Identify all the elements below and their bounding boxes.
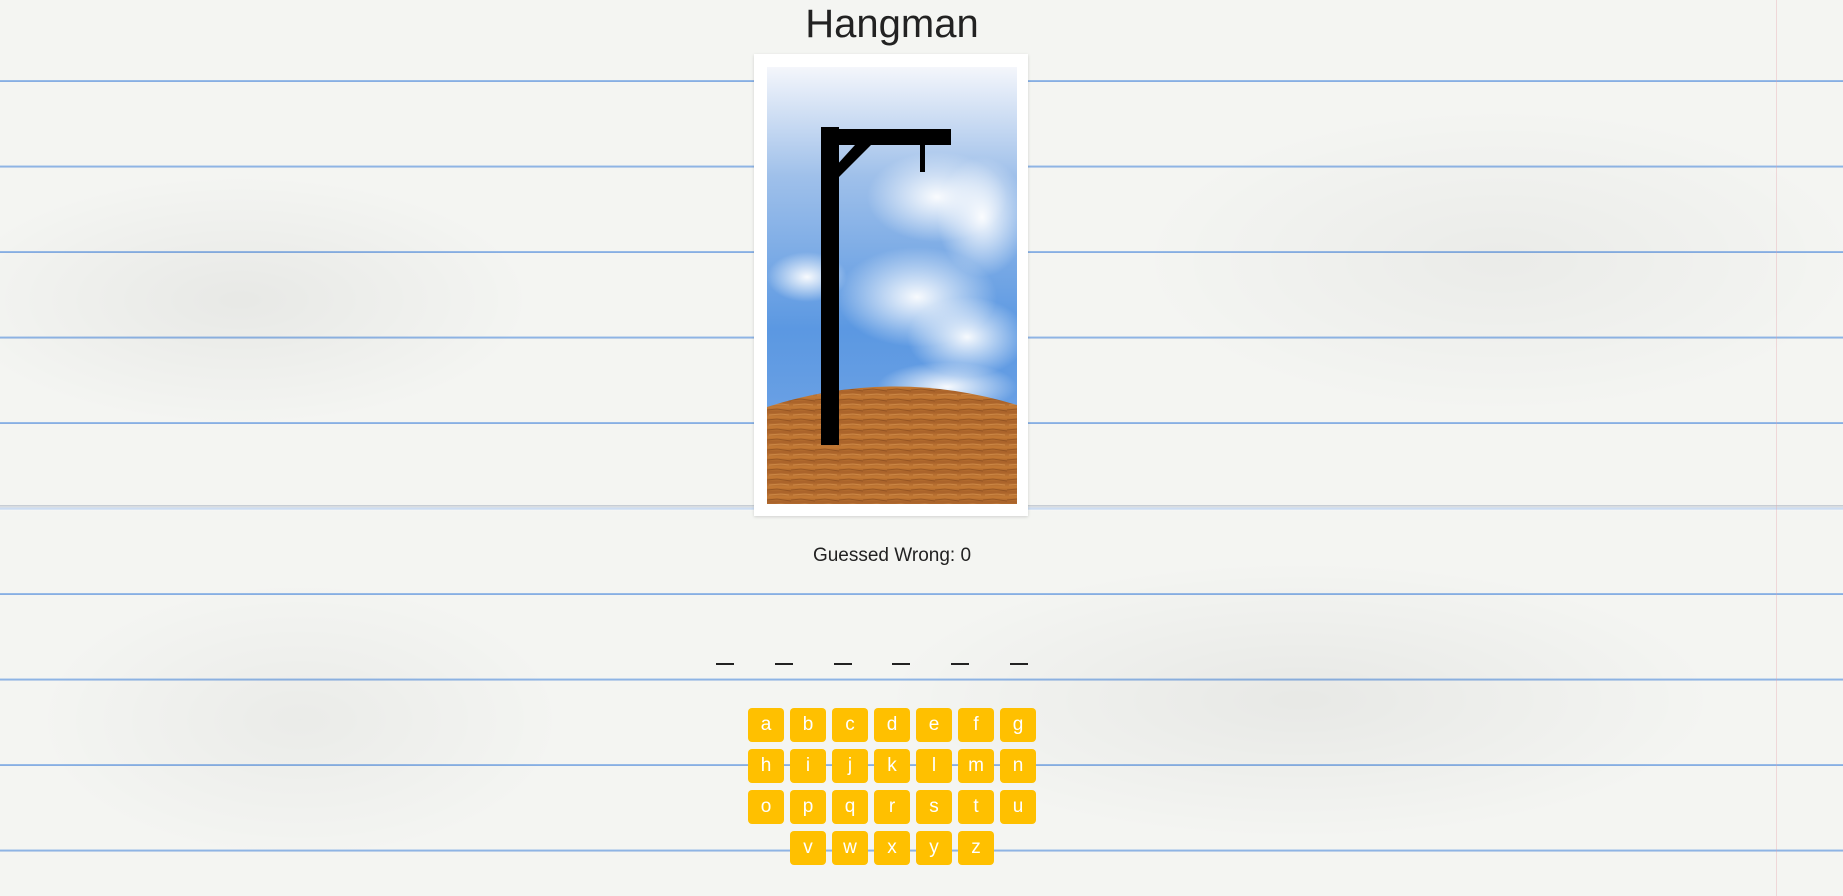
letter-keyboard: abcdefghijklmnopqrstuvwxyz [0,708,1784,865]
word-blanks [716,633,1028,665]
letter-key-u[interactable]: u [1000,790,1036,824]
letter-blank [833,633,852,665]
letter-key-r[interactable]: r [874,790,910,824]
letter-key-i[interactable]: i [790,749,826,783]
keyboard-row: hijklmn [748,749,1036,783]
letter-key-p[interactable]: p [790,790,826,824]
letter-key-m[interactable]: m [958,749,994,783]
letter-key-d[interactable]: d [874,708,910,742]
letter-key-l[interactable]: l [916,749,952,783]
guessed-wrong-counter: Guessed Wrong: 0 [812,545,972,566]
letter-key-v[interactable]: v [790,831,826,865]
letter-blank [951,633,970,665]
letter-key-y[interactable]: y [916,831,952,865]
letter-key-b[interactable]: b [790,708,826,742]
letter-key-c[interactable]: c [832,708,868,742]
letter-key-j[interactable]: j [832,749,868,783]
letter-key-g[interactable]: g [1000,708,1036,742]
letter-key-o[interactable]: o [748,790,784,824]
letter-blank [892,633,911,665]
letter-key-t[interactable]: t [958,790,994,824]
letter-key-q[interactable]: q [832,790,868,824]
letter-key-k[interactable]: k [874,749,910,783]
letter-blank [716,633,734,665]
letter-blank [774,633,793,665]
letter-key-h[interactable]: h [748,749,784,783]
letter-key-n[interactable]: n [1000,749,1036,783]
letter-key-x[interactable]: x [874,831,910,865]
gallows-illustration [767,67,1017,504]
keyboard-row: opqrstu [748,790,1036,824]
letter-key-s[interactable]: s [916,790,952,824]
hangman-scene [767,67,1017,504]
letter-key-a[interactable]: a [748,708,784,742]
hangman-picture-frame [754,54,1028,516]
keyboard-row: abcdefg [748,708,1036,742]
letter-key-w[interactable]: w [832,831,868,865]
letter-key-z[interactable]: z [958,831,994,865]
letter-blank [1009,633,1028,665]
keyboard-row: vwxyz [790,831,994,865]
letter-key-e[interactable]: e [916,708,952,742]
page-title: Hangman [805,2,979,46]
letter-key-f[interactable]: f [958,708,994,742]
